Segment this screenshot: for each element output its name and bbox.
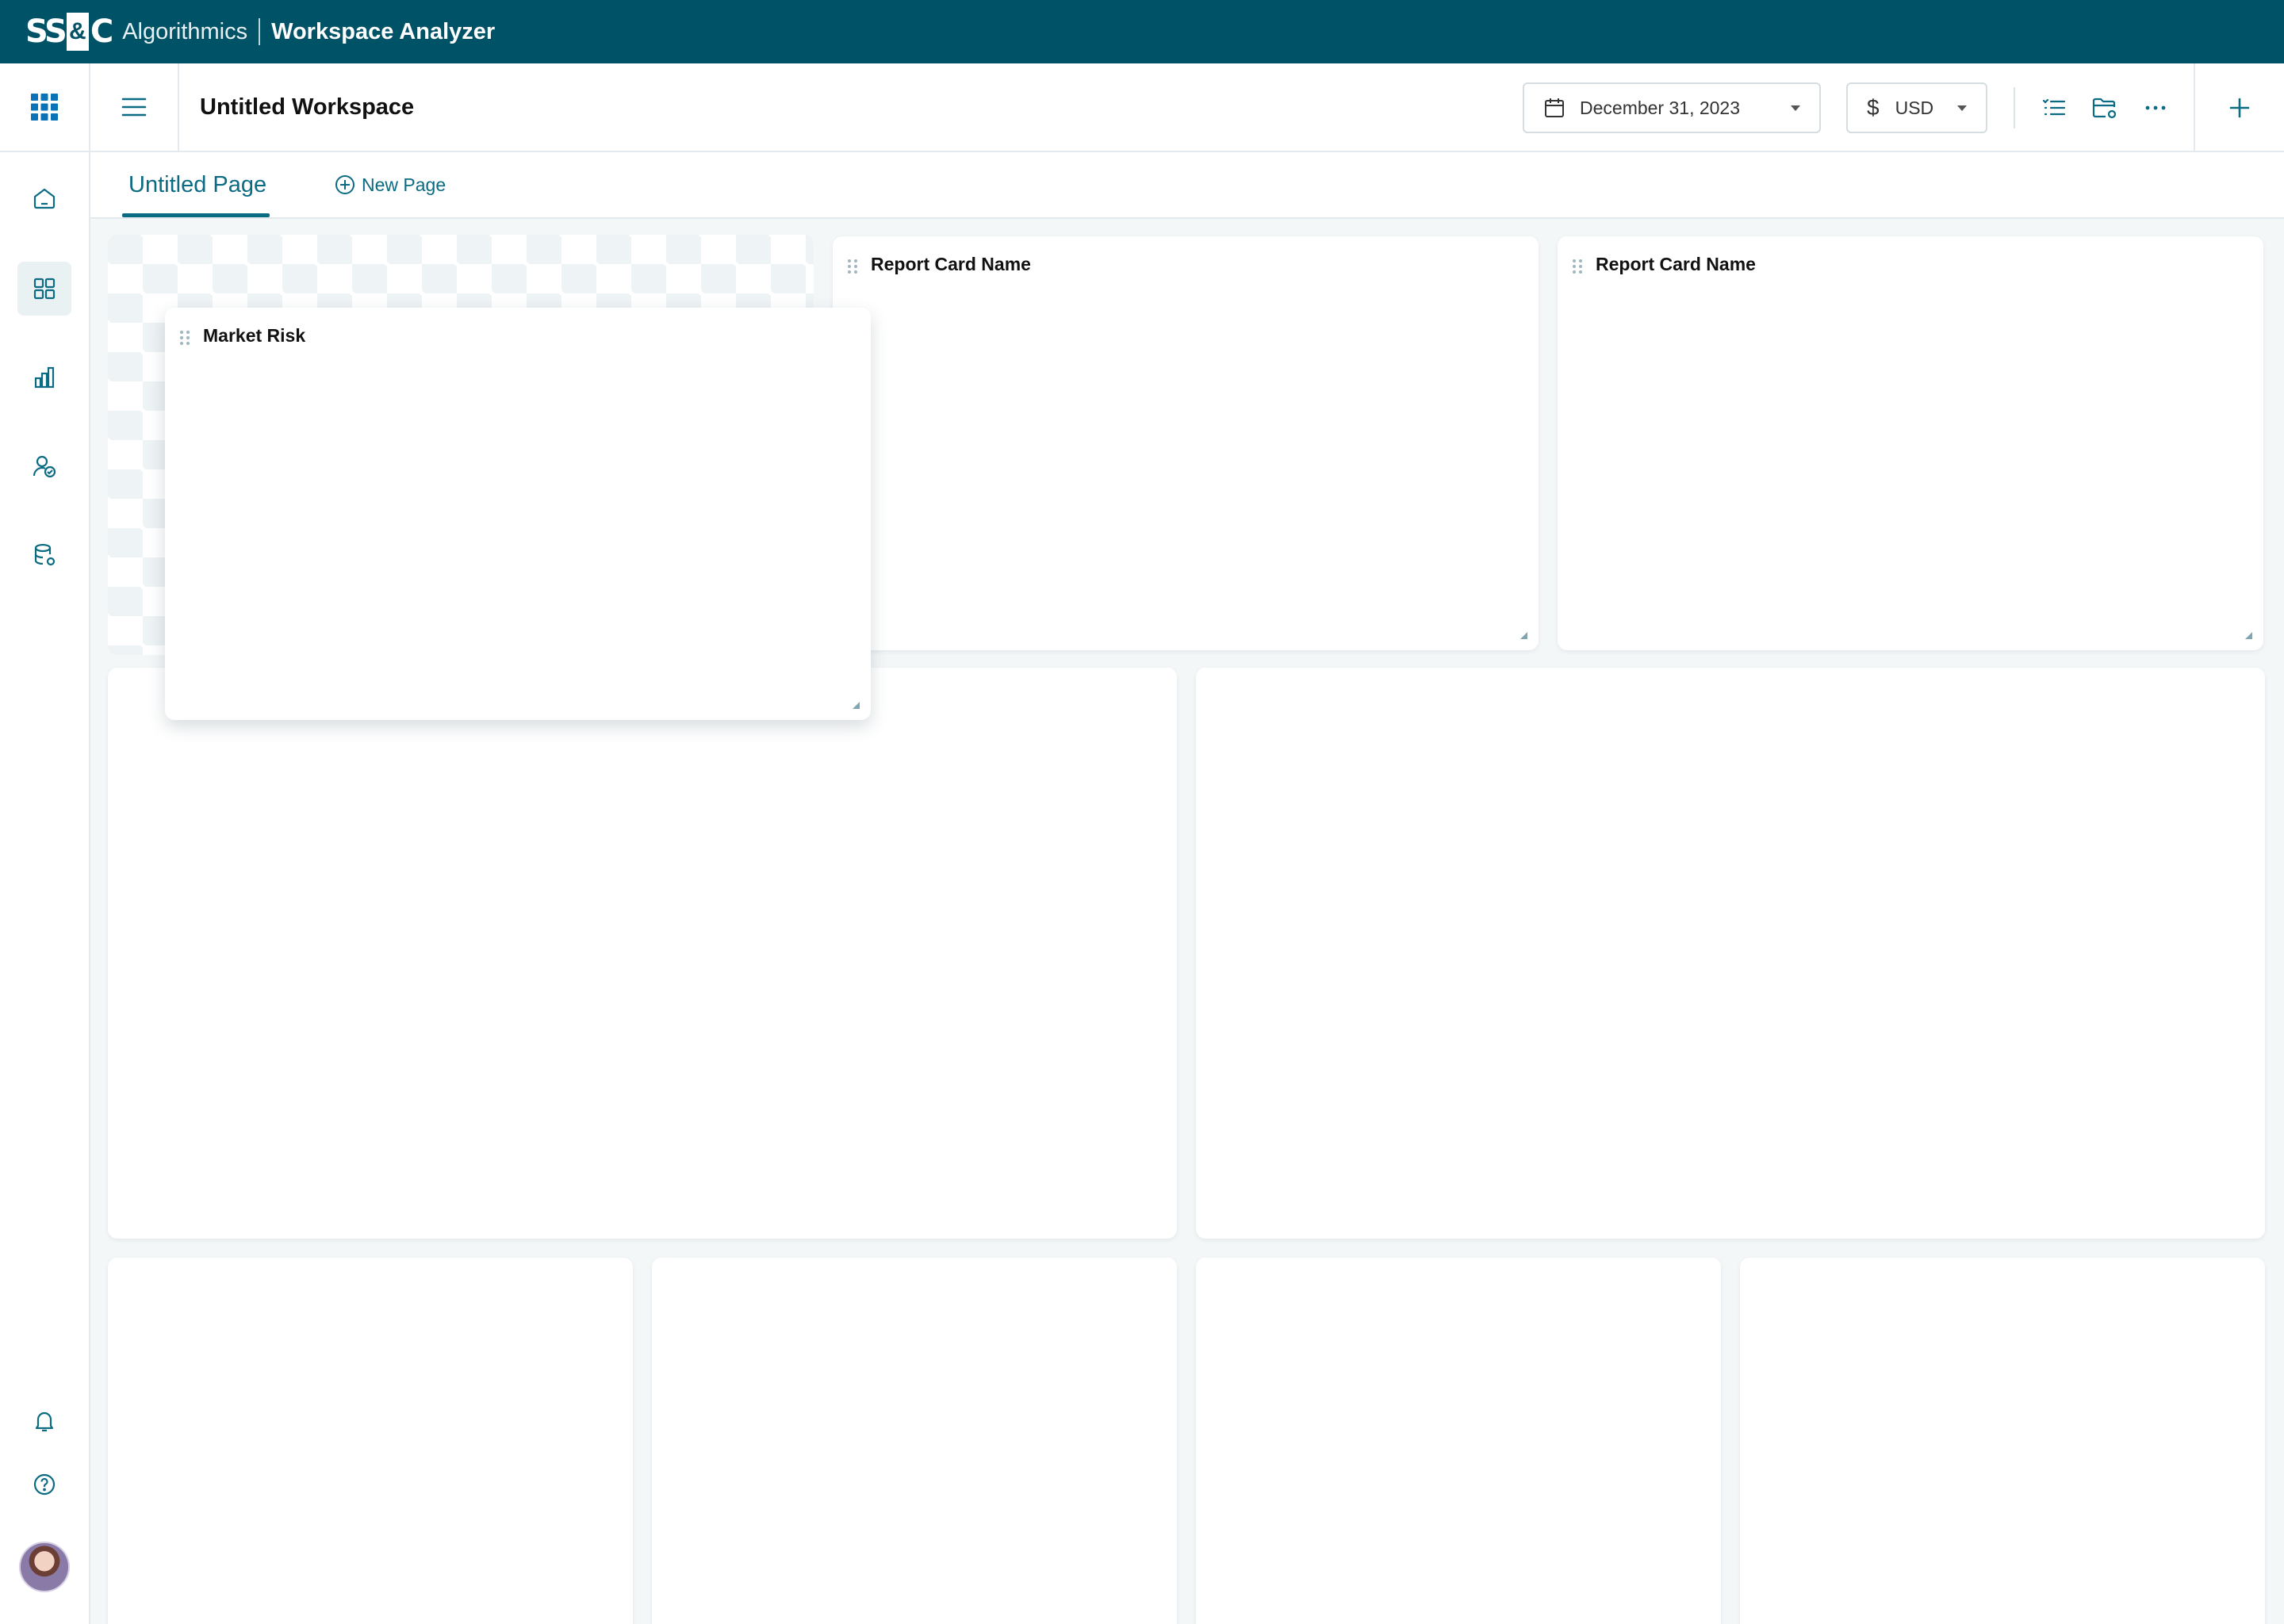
open-folder-button[interactable]: [2083, 86, 2127, 130]
chart-icon: [34, 366, 55, 389]
rail-item-help[interactable]: [17, 1457, 71, 1511]
date-selector[interactable]: December 31, 2023: [1523, 82, 1821, 133]
empty-card-slot[interactable]: [108, 668, 1177, 1239]
card-title: Market Risk: [203, 325, 306, 346]
list-view-button[interactable]: [2032, 86, 2076, 130]
workspace-toolbar: Untitled Workspace December 31, 2023 $ U…: [90, 63, 2284, 152]
calendar-icon: [1545, 98, 1564, 117]
rail-item-dashboards[interactable]: [17, 262, 71, 316]
resize-handle[interactable]: [1520, 632, 1527, 639]
more-options-button[interactable]: [2133, 86, 2178, 130]
rail-item-notifications[interactable]: [17, 1394, 71, 1448]
currency-selector[interactable]: $ USD: [1846, 82, 1987, 133]
chevron-down-icon: [1791, 105, 1800, 111]
toolbar-divider: [2014, 87, 2015, 128]
resize-handle[interactable]: [2245, 632, 2252, 639]
user-avatar[interactable]: [19, 1542, 70, 1592]
empty-card-slot[interactable]: [1740, 1258, 2265, 1624]
add-card-button[interactable]: [2217, 86, 2262, 130]
rail-item-reports[interactable]: [17, 350, 71, 404]
brand-bar: SS & C Algorithmics Workspace Analyzer: [0, 0, 2284, 63]
menu-toggle-button[interactable]: [90, 63, 179, 151]
chevron-down-icon: [1957, 105, 1967, 111]
app-launcher-button[interactable]: [0, 63, 89, 152]
plus-icon: [2229, 98, 2250, 118]
resize-handle[interactable]: [853, 702, 860, 709]
brand-app-name: Workspace Analyzer: [271, 18, 496, 44]
report-card[interactable]: Report Card Name: [833, 236, 1539, 650]
empty-card-slot[interactable]: [108, 1258, 633, 1624]
page-tab-bar: Untitled Page New Page: [90, 152, 2284, 219]
ssc-logo[interactable]: SS & C: [25, 11, 113, 52]
dollar-icon: $: [1867, 95, 1880, 120]
hamburger-menu-icon: [121, 98, 147, 117]
apps-grid-icon: [31, 94, 58, 121]
card-title: Report Card Name: [871, 254, 1031, 274]
brand-product-name: Algorithmics: [122, 18, 248, 44]
drag-handle-icon[interactable]: [847, 259, 858, 274]
left-rail: [0, 63, 90, 1624]
logo-amp: &: [66, 13, 89, 51]
home-icon: [33, 188, 56, 209]
database-icon: [34, 543, 56, 566]
drag-handle-icon[interactable]: [1572, 259, 1583, 274]
checklist-icon: [2042, 98, 2066, 116]
rail-item-home[interactable]: [17, 171, 71, 225]
card-title: Report Card Name: [1596, 254, 1756, 274]
empty-card-slot[interactable]: [1196, 668, 2265, 1239]
empty-card-slot[interactable]: [652, 1258, 1177, 1624]
toolbar-divider: [2194, 63, 2195, 151]
plus-circle-icon: [335, 175, 354, 194]
active-tab-indicator: [122, 213, 270, 217]
currency-value: USD: [1895, 97, 1934, 118]
empty-card-slot[interactable]: [1196, 1258, 1721, 1624]
workspace-title[interactable]: Untitled Workspace: [200, 63, 414, 151]
bell-icon: [35, 1411, 54, 1432]
report-card[interactable]: Report Card Name: [1558, 236, 2263, 650]
drag-handle-icon[interactable]: [179, 330, 190, 346]
dragging-card-market-risk[interactable]: Market Risk: [165, 308, 871, 720]
dashboard-icon: [33, 278, 56, 300]
tab-untitled-page[interactable]: Untitled Page: [122, 152, 273, 217]
brand-divider: [259, 18, 261, 45]
folder-settings-icon: [2092, 98, 2117, 119]
new-page-button[interactable]: New Page: [335, 152, 446, 217]
more-horizontal-icon: [2145, 105, 2166, 110]
help-icon: [33, 1473, 56, 1496]
logo-left-text: SS: [25, 13, 67, 50]
new-page-label: New Page: [362, 174, 446, 195]
user-check-icon: [33, 455, 56, 478]
logo-right-text: C: [90, 13, 113, 50]
date-value: December 31, 2023: [1580, 97, 1741, 118]
rail-item-users[interactable]: [17, 439, 71, 493]
rail-item-data[interactable]: [17, 528, 71, 582]
